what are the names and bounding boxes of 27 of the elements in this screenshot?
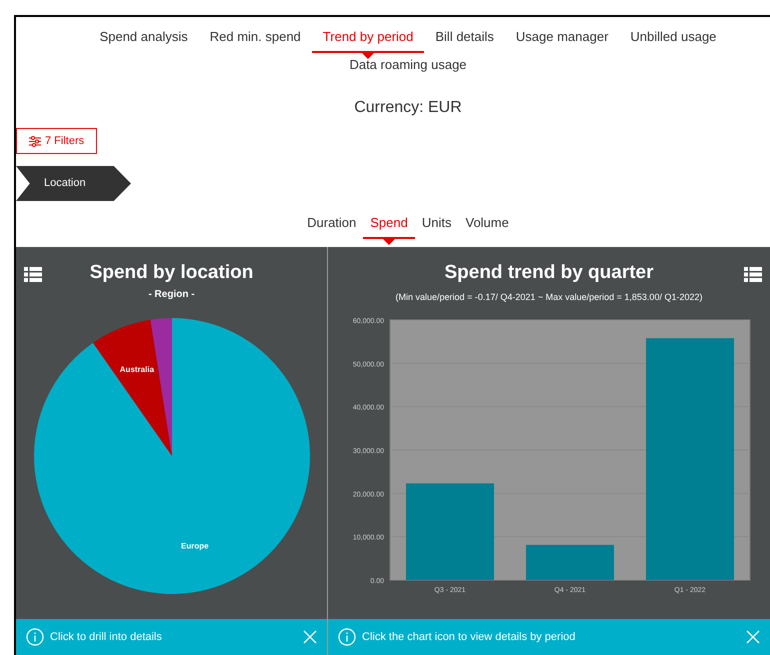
tab[interactable]: Volume	[458, 213, 516, 244]
chart-title: Spend by location	[90, 260, 254, 284]
hint-text: Click to drill into details	[50, 630, 162, 645]
info-icon	[26, 628, 44, 646]
pie-slice[interactable]	[34, 318, 310, 594]
tab[interactable]: Usage manager	[504, 27, 620, 58]
chart-title: Spend trend by quarter	[444, 260, 654, 284]
tab[interactable]: Unbilled usage	[619, 27, 728, 58]
tab[interactable]: Duration	[300, 213, 364, 244]
info-icon	[338, 628, 356, 646]
tab[interactable]: Units	[414, 213, 458, 244]
slice-label: Australia	[119, 364, 154, 374]
close-icon[interactable]	[746, 630, 760, 644]
tab[interactable]: Spend analysis	[88, 27, 199, 58]
list-icon[interactable]	[24, 266, 42, 282]
chart-subtitle: (Min value/period = -0.17/ Q4-2021 ~ Max value/period = 1,853.00/ Q1-2022)	[396, 291, 702, 304]
breadcrumb-step[interactable]: Location	[16, 166, 131, 201]
sliders-icon	[29, 136, 41, 146]
hint-text: Click the chart icon to view details by period	[362, 630, 576, 645]
pie-slice[interactable]	[92, 320, 172, 456]
tab[interactable]: Red min. spend	[198, 27, 312, 58]
currency-label: Currency: EUR	[354, 98, 462, 118]
chart-subtitle: - Region -	[148, 288, 195, 302]
slice-label: Europe	[180, 541, 208, 550]
list-icon[interactable]	[744, 266, 762, 282]
filters-button[interactable]: 7 Filters	[16, 128, 98, 154]
close-icon[interactable]	[303, 630, 317, 644]
